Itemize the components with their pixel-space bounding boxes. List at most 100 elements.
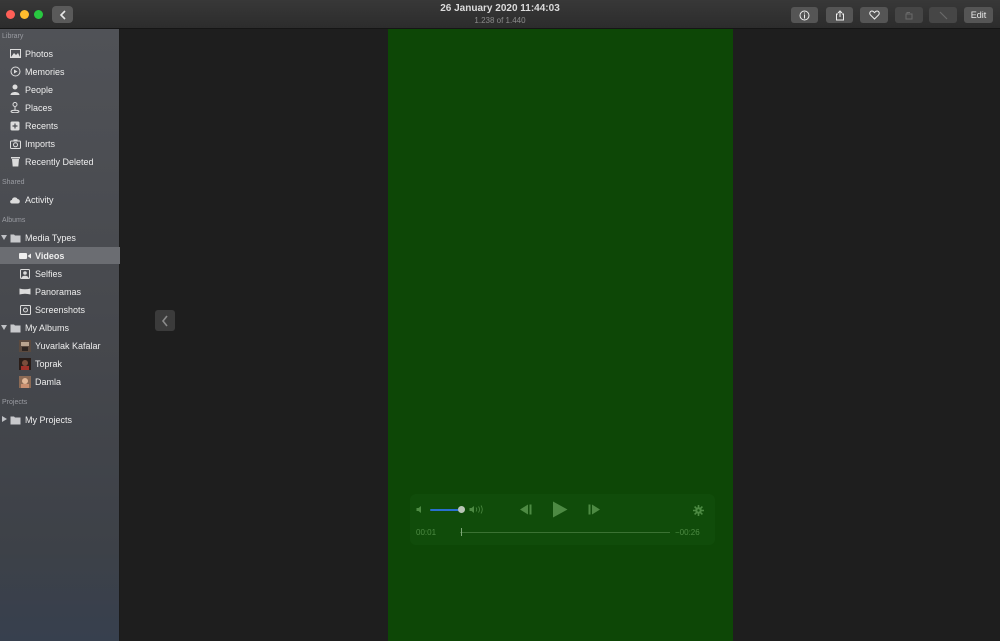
sidebar-item-label: Memories bbox=[25, 66, 65, 77]
mute-button[interactable] bbox=[415, 504, 426, 515]
sidebar-item-imports[interactable]: Imports bbox=[0, 135, 120, 152]
sidebar-item-label: Damla bbox=[35, 376, 62, 387]
sidebar-item-label: Panoramas bbox=[35, 286, 82, 297]
sidebar-item-my-albums[interactable]: My Albums bbox=[0, 319, 120, 336]
favorite-button[interactable] bbox=[860, 7, 888, 23]
info-button[interactable] bbox=[791, 7, 818, 23]
sidebar-section-albums: Albums bbox=[2, 217, 26, 224]
volume-slider-track[interactable] bbox=[430, 509, 462, 511]
sidebar-item-people[interactable]: People bbox=[0, 81, 120, 98]
window-title: 26 January 2020 11:44:03 bbox=[440, 3, 560, 14]
selfie-icon bbox=[19, 268, 31, 280]
step-forward-icon bbox=[588, 504, 600, 515]
share-button[interactable] bbox=[826, 7, 853, 23]
enhance-icon bbox=[939, 11, 947, 19]
edit-button[interactable]: Edit bbox=[964, 7, 993, 23]
skip-forward-button[interactable] bbox=[587, 503, 601, 516]
share-icon bbox=[835, 9, 844, 20]
elapsed-time: 00:01 bbox=[416, 528, 437, 537]
skip-back-button[interactable] bbox=[518, 503, 532, 516]
rotate-button[interactable] bbox=[895, 7, 923, 23]
sidebar-item-recently-deleted[interactable]: Recently Deleted bbox=[0, 153, 120, 170]
people-icon bbox=[9, 84, 21, 96]
remaining-time: −00:26 bbox=[675, 528, 700, 537]
sidebar-item-selfies[interactable]: Selfies bbox=[0, 265, 120, 282]
fullscreen-window-button[interactable] bbox=[34, 10, 43, 19]
sidebar-item-label: Selfies bbox=[35, 268, 63, 279]
sidebar-item-label: My Albums bbox=[25, 322, 70, 333]
sidebar-item-label: Activity bbox=[25, 194, 54, 205]
sidebar-item-album[interactable]: Toprak bbox=[0, 355, 120, 372]
max-volume-button[interactable] bbox=[468, 504, 484, 515]
speaker-low-icon bbox=[416, 506, 421, 513]
step-back-icon bbox=[519, 504, 531, 515]
window-title-area: 26 January 2020 11:44:03 1.238 of 1.440 bbox=[350, 3, 650, 26]
sidebar-item-media-types[interactable]: Media Types bbox=[0, 229, 111, 246]
window-controls bbox=[6, 10, 43, 19]
close-window-button[interactable] bbox=[6, 10, 15, 19]
video-frame[interactable] bbox=[388, 29, 733, 641]
album-thumbnail bbox=[19, 375, 31, 388]
play-button[interactable] bbox=[551, 500, 569, 519]
album-thumbnail bbox=[19, 357, 31, 370]
recents-icon bbox=[9, 120, 21, 132]
back-button[interactable] bbox=[52, 6, 73, 23]
sidebar-item-label: Places bbox=[25, 102, 53, 113]
imports-icon bbox=[9, 138, 21, 150]
sidebar-item-screenshots[interactable]: Screenshots bbox=[0, 301, 120, 318]
sidebar-item-label: Screenshots bbox=[35, 304, 86, 315]
album-thumbnail bbox=[19, 339, 31, 352]
video-icon bbox=[19, 250, 31, 262]
memories-icon bbox=[9, 66, 21, 78]
sidebar-item-panoramas[interactable]: Panoramas bbox=[0, 283, 120, 300]
sidebar-item-label: Yuvarlak Kafalar bbox=[35, 340, 101, 351]
cloud-icon bbox=[9, 194, 21, 206]
sidebar-item-album[interactable]: Yuvarlak Kafalar bbox=[0, 337, 120, 354]
heart-icon bbox=[868, 10, 880, 20]
folder-icon bbox=[9, 322, 21, 334]
sidebar-item-label: Recently Deleted bbox=[25, 156, 94, 167]
sidebar-item-memories[interactable]: Memories bbox=[0, 63, 120, 80]
sidebar-item-photos[interactable]: Photos bbox=[0, 45, 120, 62]
sidebar-item-label: People bbox=[25, 84, 54, 95]
folder-icon bbox=[9, 414, 21, 426]
chevron-left-icon bbox=[161, 315, 168, 326]
gear-icon bbox=[692, 504, 704, 516]
speaker-high-icon bbox=[469, 505, 483, 514]
minimize-window-button[interactable] bbox=[20, 10, 29, 19]
places-icon bbox=[9, 102, 21, 114]
play-icon bbox=[553, 501, 568, 518]
info-icon bbox=[799, 10, 810, 20]
enhance-button[interactable] bbox=[929, 7, 957, 23]
chevron-left-icon bbox=[59, 9, 66, 20]
window-subtitle: 1.238 of 1.440 bbox=[474, 16, 526, 25]
sidebar-item-label: Recents bbox=[25, 120, 59, 131]
sidebar-item-label: Toprak bbox=[35, 358, 63, 369]
panorama-icon bbox=[19, 286, 31, 298]
sidebar-section-library: Library bbox=[2, 33, 24, 40]
sidebar-item-label: Photos bbox=[25, 48, 54, 59]
sidebar-item-label: Imports bbox=[25, 138, 56, 149]
sidebar-item-label: Videos bbox=[35, 250, 65, 261]
sidebar-item-label: My Projects bbox=[25, 414, 73, 425]
sidebar-section-shared: Shared bbox=[2, 179, 25, 186]
video-player-controls: 00:01 −00:26 bbox=[410, 494, 715, 545]
folder-icon bbox=[9, 232, 21, 244]
trash-icon bbox=[9, 156, 21, 168]
screenshot-icon bbox=[19, 304, 31, 316]
title-bar: 26 January 2020 11:44:03 1.238 of 1.440 … bbox=[0, 0, 1000, 29]
sidebar-item-activity[interactable]: Activity bbox=[0, 191, 120, 208]
scrubber-track[interactable] bbox=[460, 532, 670, 533]
rotate-icon bbox=[905, 12, 913, 20]
sidebar-item-videos[interactable]: Videos bbox=[0, 247, 120, 264]
player-settings-button[interactable] bbox=[692, 504, 704, 516]
previous-item-button[interactable] bbox=[155, 310, 175, 331]
photos-icon bbox=[9, 48, 21, 60]
volume-slider-knob[interactable] bbox=[458, 506, 466, 513]
sidebar-item-album[interactable]: Damla bbox=[0, 373, 120, 390]
sidebar-item-recents[interactable]: Recents bbox=[0, 117, 120, 134]
sidebar: Library Photos Memories People Places Re… bbox=[0, 29, 120, 641]
sidebar-item-my-projects[interactable]: My Projects bbox=[0, 411, 120, 428]
scrubber-playhead[interactable] bbox=[461, 528, 463, 536]
sidebar-item-places[interactable]: Places bbox=[0, 99, 120, 116]
